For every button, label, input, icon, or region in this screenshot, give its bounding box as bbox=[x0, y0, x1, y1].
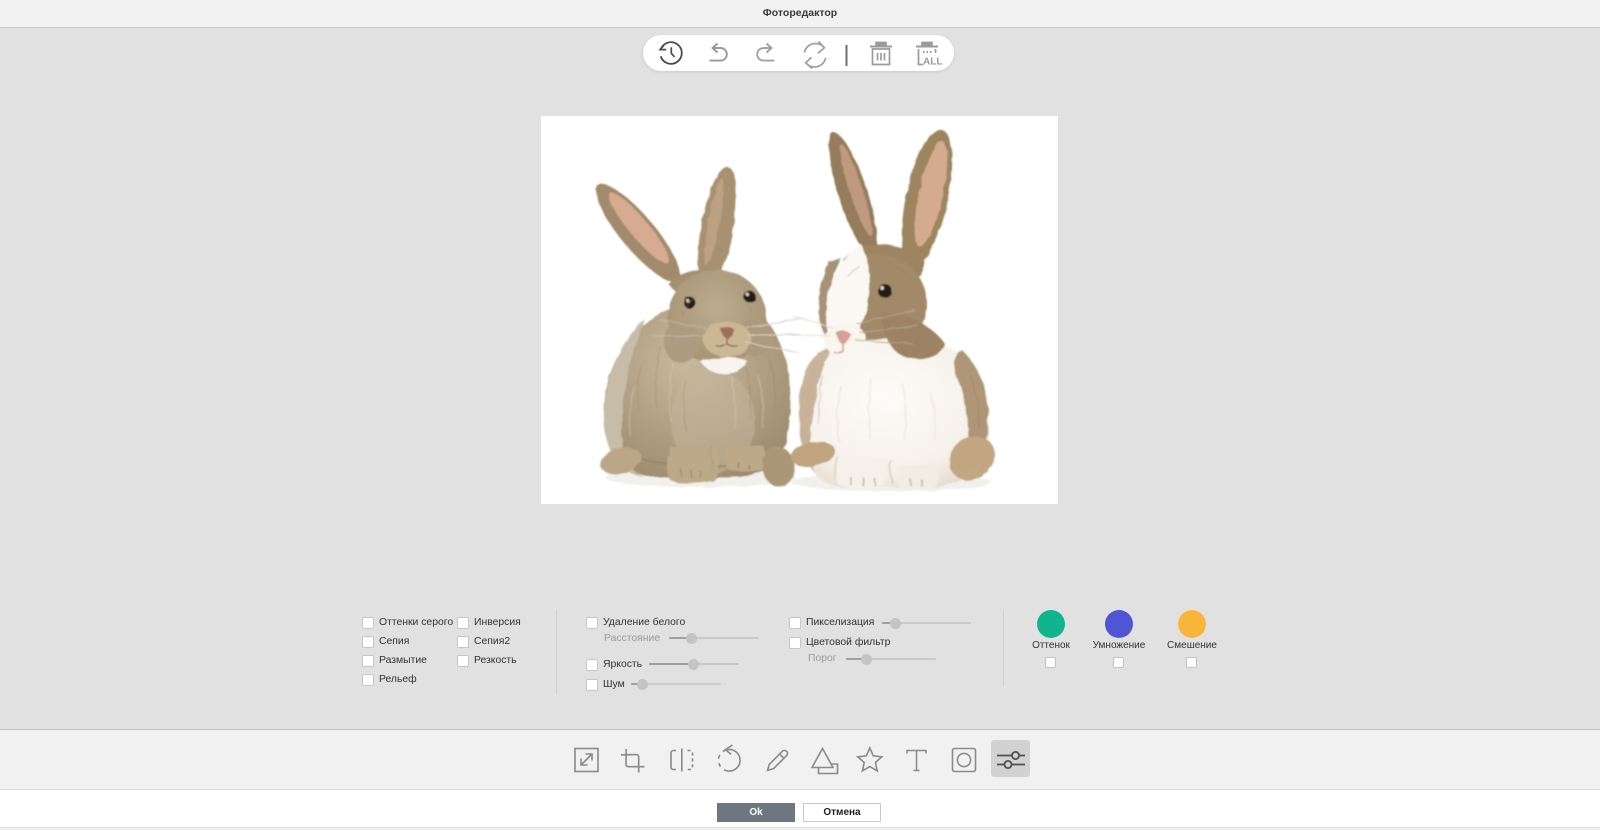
svg-text:ALL: ALL bbox=[923, 57, 942, 68]
